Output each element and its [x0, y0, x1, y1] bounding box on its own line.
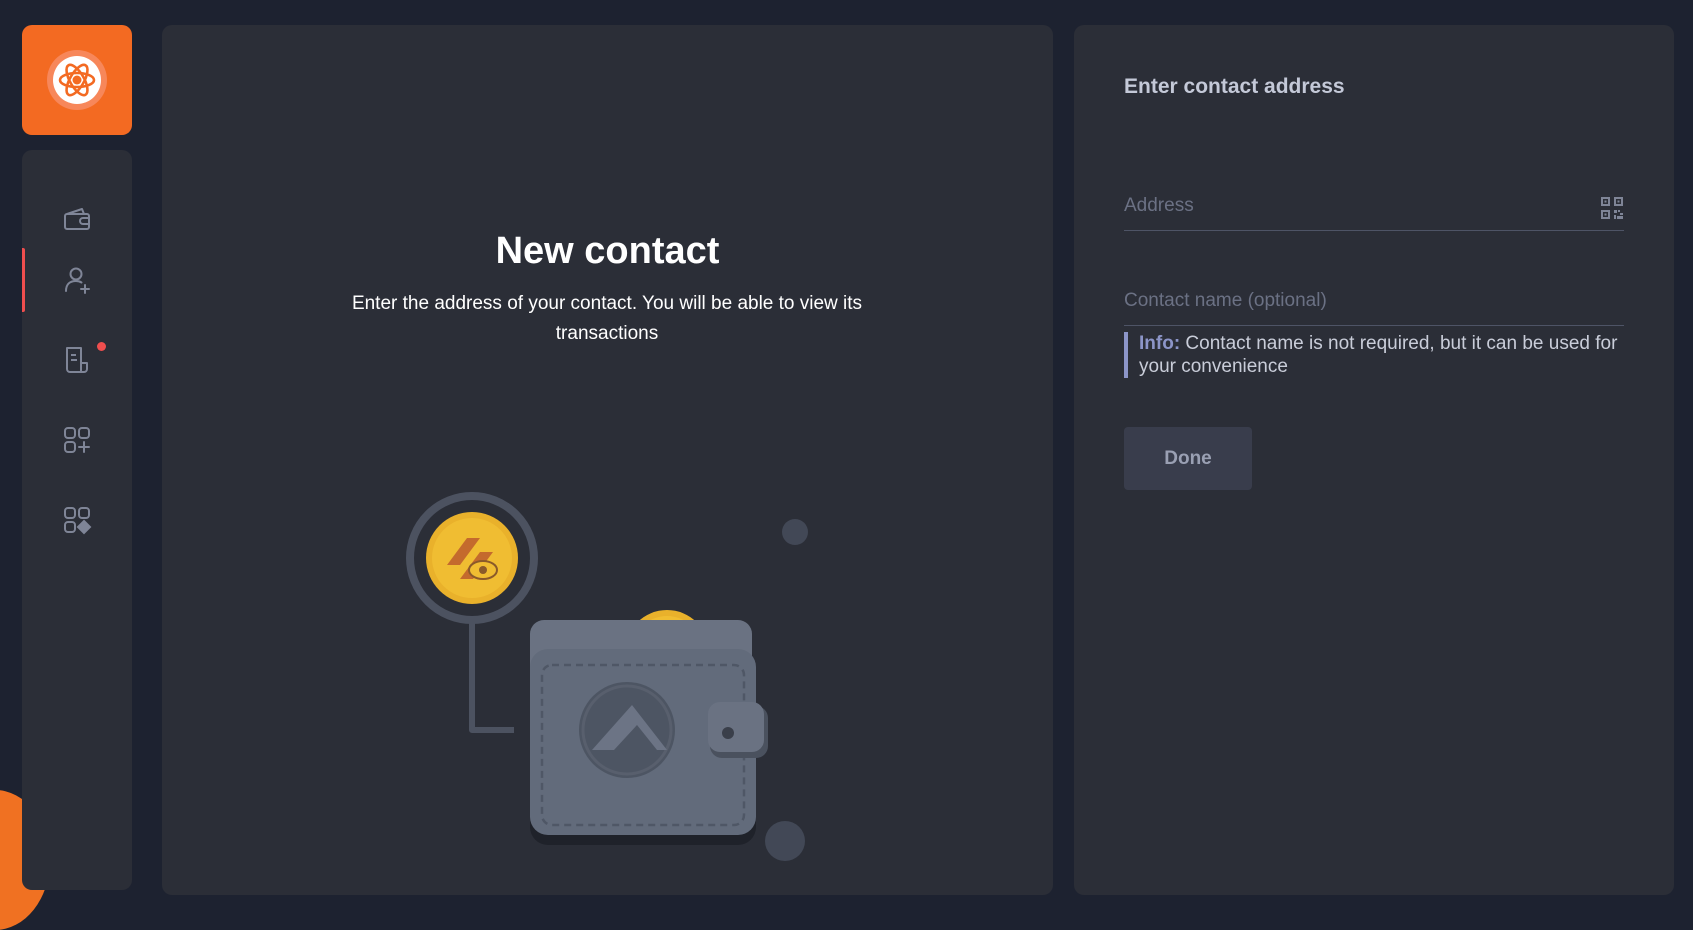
info-note: Info: Contact name is not required, but …: [1124, 332, 1629, 378]
info-text: Contact name is not required, but it can…: [1139, 333, 1618, 377]
apps-diamond-icon: [64, 507, 92, 535]
user-plus-icon: [65, 267, 90, 294]
address-input[interactable]: [1124, 186, 1594, 226]
qr-code-icon: [1601, 197, 1623, 219]
done-button[interactable]: Done: [1124, 427, 1252, 490]
magnifier-coin-wallet-illustration: [406, 492, 808, 861]
sidebar-item-dapps[interactable]: [22, 488, 132, 552]
sidebar-item-add-app[interactable]: [22, 408, 132, 472]
sidebar-item-wallet[interactable]: [22, 187, 132, 251]
info-label: Info:: [1139, 333, 1181, 354]
contact-name-input[interactable]: [1124, 281, 1594, 321]
contact-name-field: [1124, 281, 1624, 326]
new-contact-panel: New contact Enter the address of your co…: [162, 25, 1053, 895]
app-logo[interactable]: [22, 25, 132, 135]
sidebar-nav: [22, 150, 132, 890]
sidebar-item-add-contact[interactable]: [22, 248, 132, 312]
notification-badge: [97, 342, 106, 351]
address-field: [1124, 186, 1624, 231]
atom-flower-logo-icon: [47, 50, 107, 110]
wallet-icon: [64, 208, 90, 230]
scan-qr-button[interactable]: [1600, 196, 1624, 225]
sidebar-item-transactions[interactable]: [22, 328, 132, 392]
form-heading: Enter contact address: [1124, 75, 1345, 98]
apps-plus-icon: [64, 427, 90, 453]
receipt-icon: [66, 347, 88, 373]
contact-form-panel: Enter contact address Info: Contact name…: [1074, 25, 1674, 895]
